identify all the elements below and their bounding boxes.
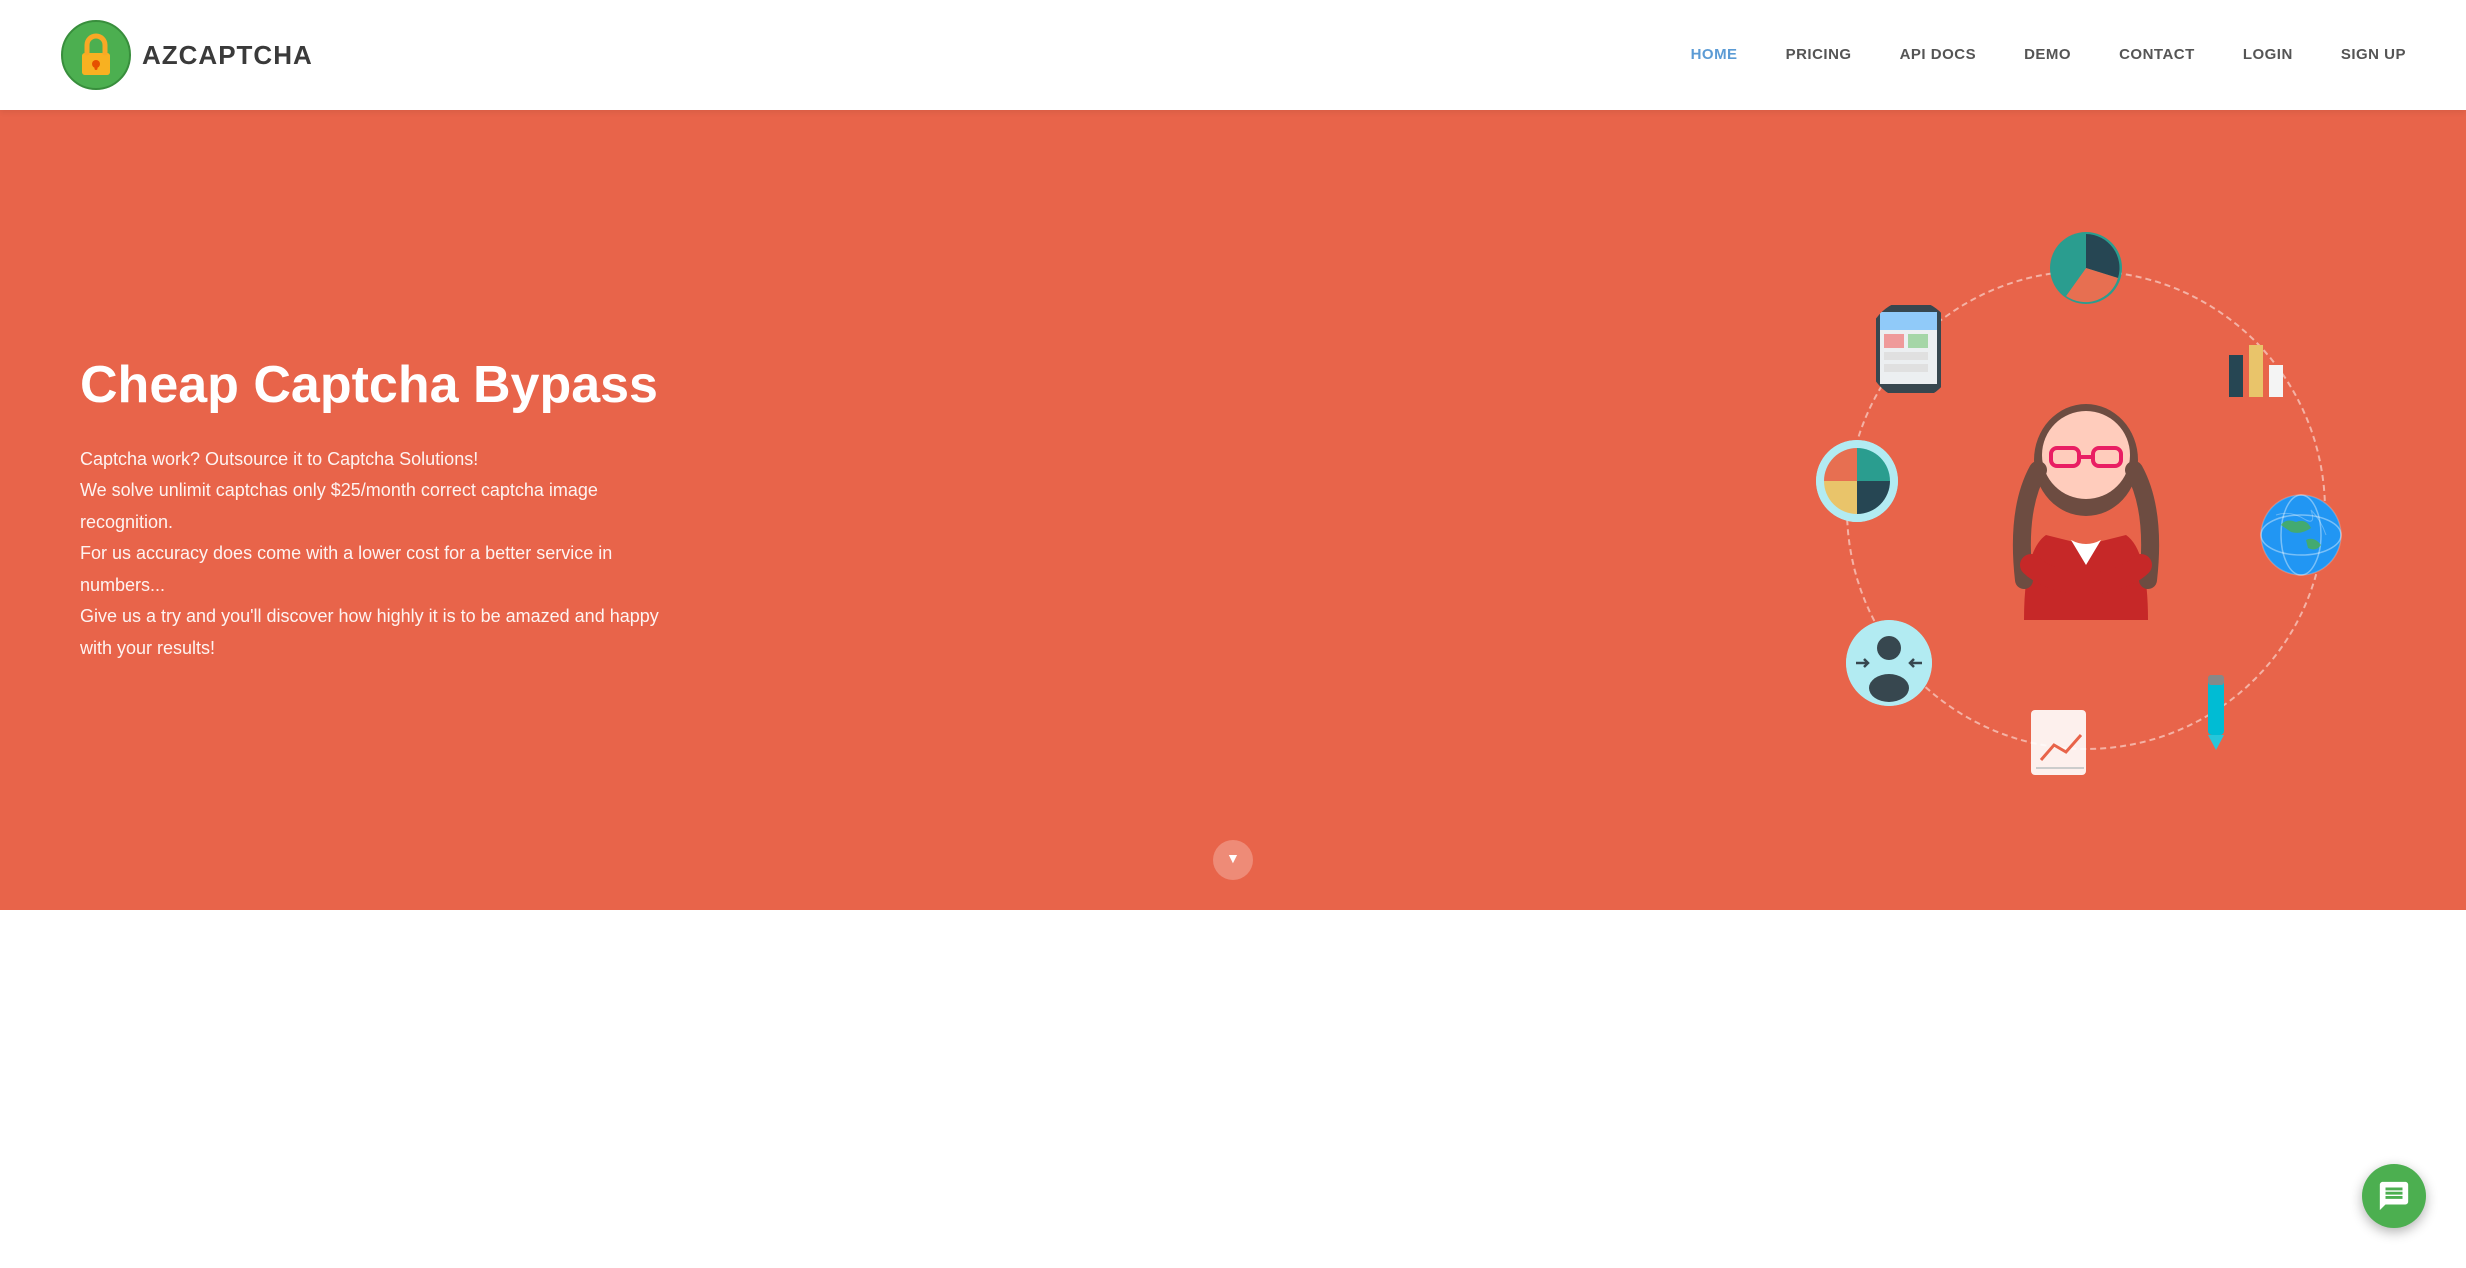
nav-links: HOME PRICING API DOCS DEMO CONTACT LOGIN… bbox=[1691, 46, 2406, 64]
hero-content: Cheap Captcha Bypass Captcha work? Outso… bbox=[80, 356, 680, 664]
hero-title: Cheap Captcha Bypass bbox=[80, 356, 680, 416]
nav-item-login[interactable]: LOGIN bbox=[2243, 46, 2293, 64]
chat-icon bbox=[2377, 1179, 2411, 1213]
nav-link-pricing[interactable]: PRICING bbox=[1786, 46, 1852, 63]
pie-chart-icon bbox=[2046, 228, 2126, 308]
nav-link-demo[interactable]: DEMO bbox=[2024, 46, 2071, 63]
nav-item-home[interactable]: HOME bbox=[1691, 46, 1738, 64]
person-silhouette-icon bbox=[1846, 620, 1932, 706]
small-pie-icon bbox=[1816, 440, 1898, 522]
globe-icon bbox=[2256, 490, 2346, 580]
pen-icon bbox=[2176, 670, 2256, 750]
central-person bbox=[1986, 380, 2186, 640]
bar-chart-icon bbox=[2216, 330, 2296, 410]
nav-item-demo[interactable]: DEMO bbox=[2024, 46, 2071, 64]
logo-text: AZCAPTCHA bbox=[142, 40, 313, 71]
hero-illustration bbox=[1786, 210, 2386, 810]
hero-section: Cheap Captcha Bypass Captcha work? Outso… bbox=[0, 110, 2466, 910]
nav-link-contact[interactable]: CONTACT bbox=[2119, 46, 2195, 63]
nav-item-api-docs[interactable]: API DOCS bbox=[1900, 46, 1977, 64]
nav-link-signup[interactable]: SIGN UP bbox=[2341, 46, 2406, 63]
logo-icon bbox=[60, 19, 132, 91]
nav-item-pricing[interactable]: PRICING bbox=[1786, 46, 1852, 64]
chat-button[interactable] bbox=[2362, 1164, 2426, 1228]
nav-link-login[interactable]: LOGIN bbox=[2243, 46, 2293, 63]
nav-item-contact[interactable]: CONTACT bbox=[2119, 46, 2195, 64]
document-chart-icon bbox=[2016, 700, 2106, 790]
hero-description: Captcha work? Outsource it to Captcha So… bbox=[80, 444, 680, 665]
scroll-indicator[interactable] bbox=[1213, 840, 1253, 880]
tablet-icon bbox=[1866, 300, 1956, 400]
logo-link[interactable]: AZCAPTCHA bbox=[60, 19, 313, 91]
nav-item-signup[interactable]: SIGN UP bbox=[2341, 46, 2406, 64]
navbar: AZCAPTCHA HOME PRICING API DOCS DEMO CON… bbox=[0, 0, 2466, 110]
nav-link-api-docs[interactable]: API DOCS bbox=[1900, 46, 1977, 63]
nav-link-home[interactable]: HOME bbox=[1691, 46, 1738, 63]
